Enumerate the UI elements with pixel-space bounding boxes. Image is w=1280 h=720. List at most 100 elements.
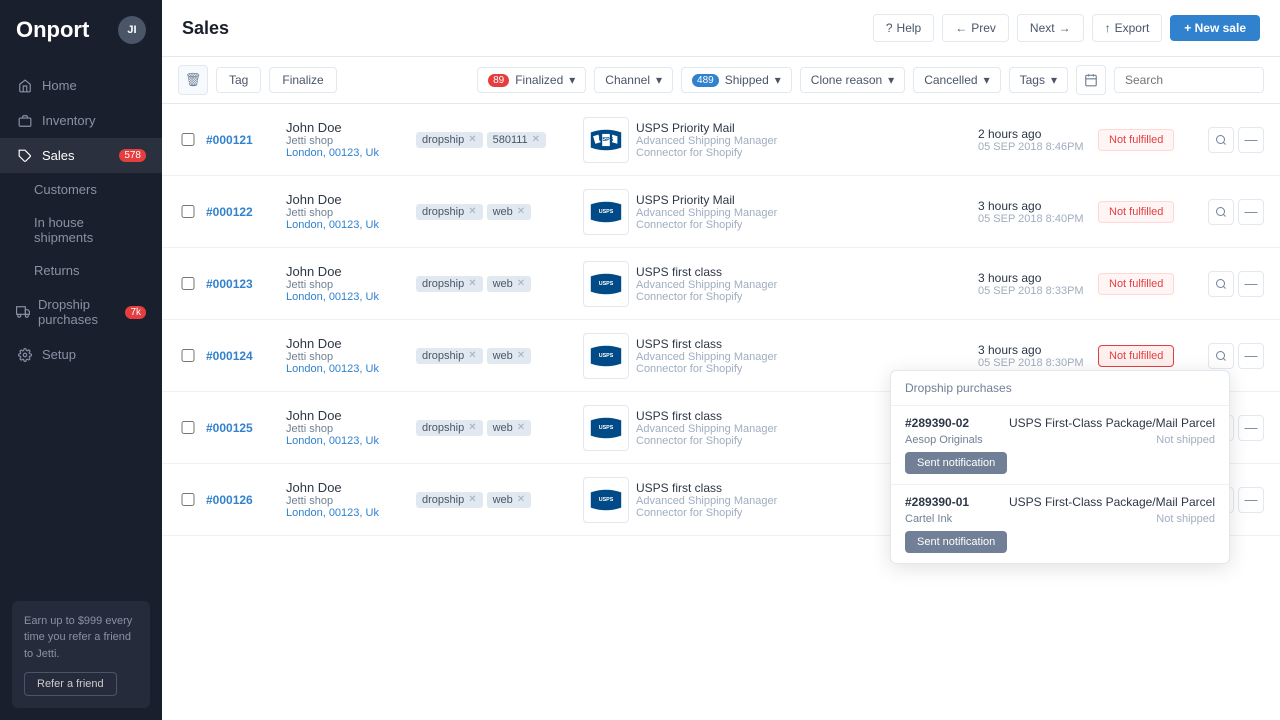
customer-name: John Doe — [286, 264, 416, 279]
search-action-icon[interactable] — [1208, 343, 1234, 369]
sidebar-item-inventory[interactable]: Inventory — [0, 103, 162, 138]
carrier-logo: USPS — [576, 261, 636, 307]
calendar-button[interactable] — [1076, 65, 1106, 95]
delete-icon-button[interactable]: 🗑 — [178, 65, 208, 95]
sale-status: Not fulfilled — [1098, 129, 1208, 151]
row-checkbox[interactable] — [178, 493, 198, 506]
shipping-service: USPS Priority Mail — [636, 193, 978, 207]
popup-item-id: #289390-02 — [905, 416, 969, 430]
sidebar-item-inhouse-shipments[interactable]: In house shipments — [0, 206, 162, 254]
minus-action-icon[interactable]: — — [1238, 199, 1264, 225]
finalized-badge: 89 — [488, 74, 509, 87]
sidebar-item-inventory-label: Inventory — [42, 113, 95, 128]
sales-table: #000121 John Doe Jetti shop London, 0012… — [162, 104, 1280, 720]
avatar[interactable]: JI — [118, 16, 146, 44]
table-row: #000123 John Doe Jetti shop London, 0012… — [162, 248, 1280, 320]
new-sale-button[interactable]: + New sale — [1170, 15, 1260, 41]
row-checkbox[interactable] — [178, 349, 198, 362]
sent-notification-button-1[interactable]: Sent notification — [905, 452, 1007, 474]
sale-status: Not fulfilled — [1098, 201, 1208, 223]
export-icon: ↑ — [1105, 21, 1111, 35]
tag-580111: 580111 ✕ — [487, 132, 546, 148]
finalized-filter[interactable]: 89 Finalized ▾ — [477, 67, 586, 93]
minus-action-icon[interactable]: — — [1238, 271, 1264, 297]
trash-icon: 🗑 — [185, 72, 202, 88]
question-icon: ? — [886, 21, 893, 35]
sale-id[interactable]: #000123 — [206, 277, 286, 291]
sidebar-item-dropship[interactable]: Dropship purchases 7k — [0, 287, 162, 337]
clone-reason-filter[interactable]: Clone reason ▾ — [800, 67, 905, 93]
carrier-logo: USPS — [576, 477, 636, 523]
sidebar-item-customers[interactable]: Customers — [0, 173, 162, 206]
row-actions: — — [1208, 271, 1264, 297]
help-button[interactable]: ? Help — [873, 14, 934, 42]
sidebar-header: Onport JI — [0, 0, 162, 60]
row-checkbox[interactable] — [178, 205, 198, 218]
search-input[interactable] — [1114, 67, 1264, 93]
sidebar-item-home-label: Home — [42, 78, 77, 93]
table-row: #000121 John Doe Jetti shop London, 0012… — [162, 104, 1280, 176]
row-checkbox[interactable] — [178, 421, 198, 434]
popup-item-top: #289390-01 USPS First-Class Package/Mail… — [905, 495, 1215, 509]
customer-address: London, 00123, Uk — [286, 291, 416, 303]
dropship-badge: 7k — [125, 306, 146, 319]
sale-id[interactable]: #000124 — [206, 349, 286, 363]
minus-action-icon[interactable]: — — [1238, 415, 1264, 441]
search-action-icon[interactable] — [1208, 199, 1234, 225]
sale-time: 3 hours ago 05 SEP 2018 8:33PM — [978, 271, 1098, 297]
dropship-popup: Dropship purchases #289390-02 USPS First… — [890, 370, 1230, 564]
row-checkbox[interactable] — [178, 133, 198, 146]
popup-title: Dropship purchases — [891, 371, 1229, 406]
sidebar-item-setup[interactable]: Setup — [0, 337, 162, 372]
channel-filter[interactable]: Channel ▾ — [594, 67, 673, 93]
finalize-button[interactable]: Finalize — [269, 67, 336, 93]
tags-filter[interactable]: Tags ▾ — [1009, 67, 1068, 93]
customer-address: London, 00123, Uk — [286, 147, 416, 159]
sale-id[interactable]: #000122 — [206, 205, 286, 219]
sidebar-item-inhouse-label: In house shipments — [34, 215, 93, 245]
shipping-connector: Connector for Shopify — [636, 219, 978, 231]
customer-name: John Doe — [286, 336, 416, 351]
sale-id[interactable]: #000121 — [206, 133, 286, 147]
shipping-info: USPS first class Advanced Shipping Manag… — [636, 265, 978, 303]
popup-item-2: #289390-01 USPS First-Class Package/Mail… — [891, 485, 1229, 563]
table-row: #000122 John Doe Jetti shop London, 0012… — [162, 176, 1280, 248]
customer-name: John Doe — [286, 120, 416, 135]
sidebar-item-home[interactable]: Home — [0, 68, 162, 103]
chevron-down-icon: ▾ — [569, 73, 575, 87]
sale-id[interactable]: #000125 — [206, 421, 286, 435]
status-badge: Not fulfilled — [1098, 273, 1174, 295]
minus-action-icon[interactable]: — — [1238, 343, 1264, 369]
customer-info: John Doe Jetti shop London, 00123, Uk — [286, 480, 416, 519]
sale-tags: dropship ✕ 580111 ✕ — [416, 132, 576, 148]
carrier-logo: USPS — [576, 117, 636, 163]
popup-item-id: #289390-01 — [905, 495, 969, 509]
sidebar: Onport JI Home Inventory Sales 578 — [0, 0, 162, 720]
sale-id[interactable]: #000126 — [206, 493, 286, 507]
minus-action-icon[interactable]: — — [1238, 127, 1264, 153]
search-action-icon[interactable] — [1208, 127, 1234, 153]
sidebar-item-returns[interactable]: Returns — [0, 254, 162, 287]
sent-notification-button-2[interactable]: Sent notification — [905, 531, 1007, 553]
shipped-badge: 489 — [692, 74, 719, 87]
chevron-down-icon-3: ▾ — [775, 73, 781, 87]
export-button[interactable]: ↑ Export — [1092, 14, 1163, 42]
search-action-icon[interactable] — [1208, 271, 1234, 297]
minus-action-icon[interactable]: — — [1238, 487, 1264, 513]
customer-info: John Doe Jetti shop London, 00123, Uk — [286, 408, 416, 447]
sidebar-item-sales[interactable]: Sales 578 — [0, 138, 162, 173]
shipping-manager: Advanced Shipping Manager — [636, 135, 978, 147]
row-checkbox[interactable] — [178, 277, 198, 290]
popup-item-1: #289390-02 USPS First-Class Package/Mail… — [891, 406, 1229, 485]
carrier-logo: USPS — [576, 333, 636, 379]
prev-button[interactable]: ← Prev — [942, 14, 1009, 42]
customer-address: London, 00123, Uk — [286, 219, 416, 231]
shipping-connector: Connector for Shopify — [636, 147, 978, 159]
row-actions: — — [1208, 199, 1264, 225]
cancelled-filter[interactable]: Cancelled ▾ — [913, 67, 1000, 93]
refer-friend-button[interactable]: Refer a friend — [24, 672, 117, 696]
shipped-filter[interactable]: 489 Shipped ▾ — [681, 67, 792, 93]
tag-button[interactable]: Tag — [216, 67, 261, 93]
customer-info: John Doe Jetti shop London, 00123, Uk — [286, 192, 416, 231]
next-button[interactable]: Next → — [1017, 14, 1084, 42]
